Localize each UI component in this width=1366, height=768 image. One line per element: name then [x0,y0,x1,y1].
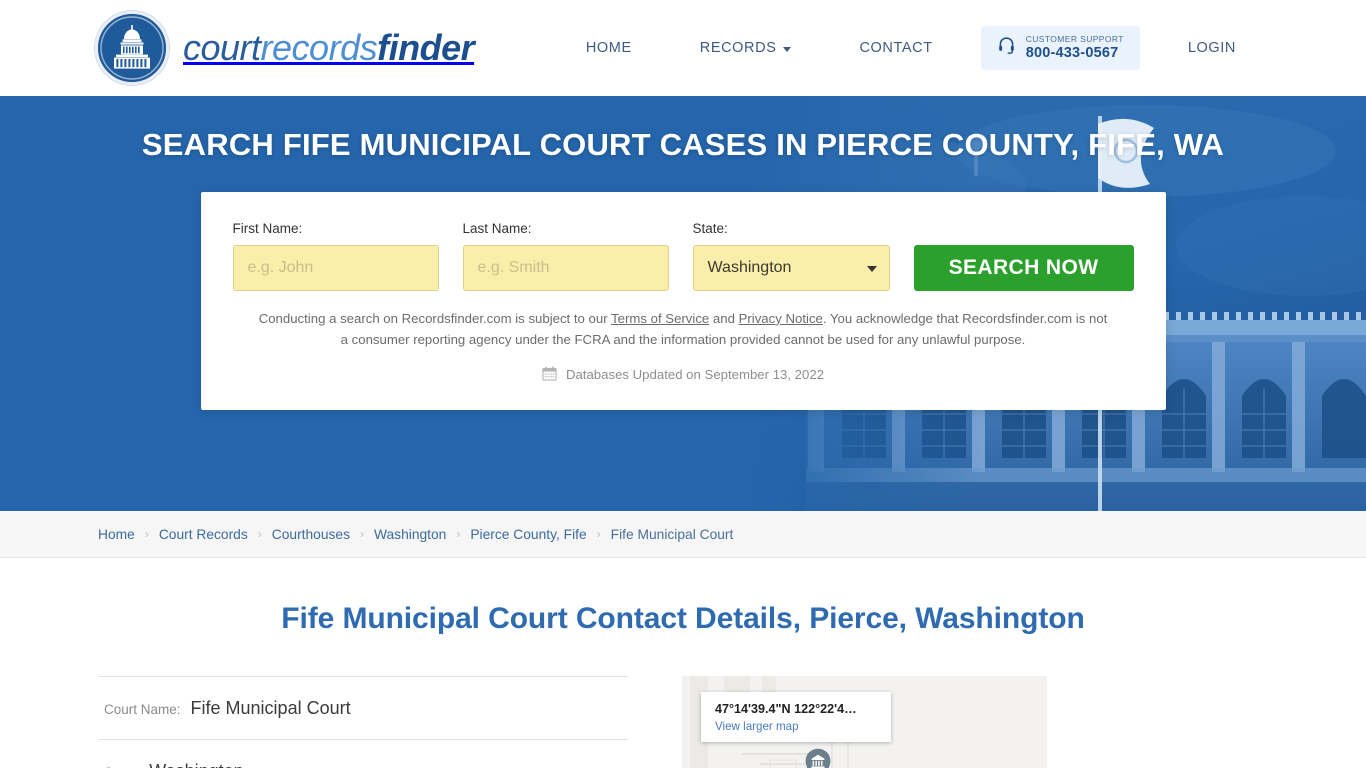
logo-word-finder: finder [377,27,475,68]
breadcrumb-item-courthouses[interactable]: Courthouses [272,527,350,542]
breadcrumb-separator-icon: › [596,527,601,541]
court-details-area: Court Name: Fife Municipal Court State: … [98,676,1268,768]
support-phone: 800-433-0567 [1025,44,1119,61]
logo-word-records: records [260,27,378,68]
table-row: State: Washington [98,739,628,768]
breadcrumb-item-court-records[interactable]: Court Records [159,527,248,542]
view-larger-map-link[interactable]: View larger map [715,720,877,733]
site-header: courtrecordsfinder HOME RECORDS CONTACT [0,0,1366,96]
privacy-notice-link[interactable]: Privacy Notice [739,311,823,326]
customer-support-button[interactable]: CUSTOMER SUPPORT 800-433-0567 [980,25,1140,71]
page-hero-title: SEARCH FIFE MUNICIPAL COURT CASES IN PIE… [141,127,1225,162]
support-label: CUSTOMER SUPPORT [1025,33,1124,44]
logo-wordmark: courtrecordsfinder [183,27,475,69]
court-details-list: Court Name: Fife Municipal Court State: … [98,676,628,768]
map-info-tooltip: 47°14'39.4"N 122°22'4… View larger map [701,692,891,742]
main-content: Fife Municipal Court Contact Details, Pi… [98,558,1268,768]
capitol-dome-icon [95,11,169,85]
nav-item-home[interactable]: HOME [552,40,666,56]
detail-value-state: Washington [149,761,243,768]
hero-section: SEARCH FIFE MUNICIPAL COURT CASES IN PIE… [0,96,1366,511]
state-field-group: State: Washington [692,220,890,291]
breadcrumb-separator-icon: › [257,527,262,541]
first-name-input[interactable] [232,244,439,291]
breadcrumb-item-home[interactable]: Home [98,527,135,542]
databases-updated-text: Databases Updated on September 13, 2022 [565,367,825,383]
search-now-button[interactable]: SEARCH NOW [913,244,1134,291]
state-label: State: [692,220,728,236]
breadcrumb-separator-icon: › [456,527,461,541]
nav-item-records[interactable]: RECORDS [666,40,826,56]
breadcrumb-separator-icon: › [144,527,149,541]
people-search-form: First Name: Last Name: State: Washington… [232,220,1134,291]
nav-label-login: LOGIN [1187,40,1236,56]
state-select-value: Washington [692,244,890,291]
detail-value-court-name: Fife Municipal Court [190,698,351,718]
first-name-field-group: First Name: [232,220,439,291]
nav-item-login[interactable]: LOGIN [1154,40,1270,56]
breadcrumb-bar: Home › Court Records › Courthouses › Was… [0,511,1366,558]
chevron-down-icon [866,265,877,272]
first-name-label: First Name: [232,220,303,236]
nav-label-contact: CONTACT [859,40,933,56]
databases-updated-row: Databases Updated on September 13, 2022 [233,366,1134,384]
headset-icon [997,36,1016,60]
main-navigation: HOME RECORDS CONTACT CUSTOMER SUPPORT 80… [552,0,1366,96]
search-disclaimer: Conducting a search on Recordsfinder.com… [233,308,1134,351]
logo-word-court: court [183,27,261,68]
location-map[interactable]: 47°14'39.4"N 122°22'4… View larger map [682,676,1047,768]
last-name-input[interactable] [462,244,669,291]
terms-of-service-link[interactable]: Terms of Service [611,311,709,326]
breadcrumb-separator-icon: › [360,527,364,541]
table-row: Court Name: Fife Municipal Court [98,676,628,739]
chevron-down-icon [783,46,792,52]
site-logo[interactable]: courtrecordsfinder [95,11,475,85]
disclaimer-text-2: and [709,310,739,326]
search-form-card: First Name: Last Name: State: Washington… [200,191,1166,410]
state-select[interactable]: Washington [692,244,890,291]
page-title: Fife Municipal Court Contact Details, Pi… [281,602,1085,635]
nav-label-records: RECORDS [699,40,777,56]
breadcrumb-item-pierce-county-fife[interactable]: Pierce County, Fife [470,527,586,542]
nav-label-home: HOME [585,40,632,56]
detail-key-court-name: Court Name: [104,702,181,717]
disclaimer-text-1: Conducting a search on Recordsfinder.com… [258,310,612,326]
courthouse-marker-icon[interactable] [804,748,832,768]
breadcrumb-current-page: Fife Municipal Court [610,526,734,542]
breadcrumb: Home › Court Records › Courthouses › Was… [98,527,1268,542]
last-name-label: Last Name: [462,220,532,236]
last-name-field-group: Last Name: [462,220,669,291]
breadcrumb-item-washington[interactable]: Washington [374,527,446,542]
calendar-icon [542,366,557,384]
nav-item-contact[interactable]: CONTACT [825,40,966,56]
map-coordinates: 47°14'39.4"N 122°22'4… [715,702,857,716]
